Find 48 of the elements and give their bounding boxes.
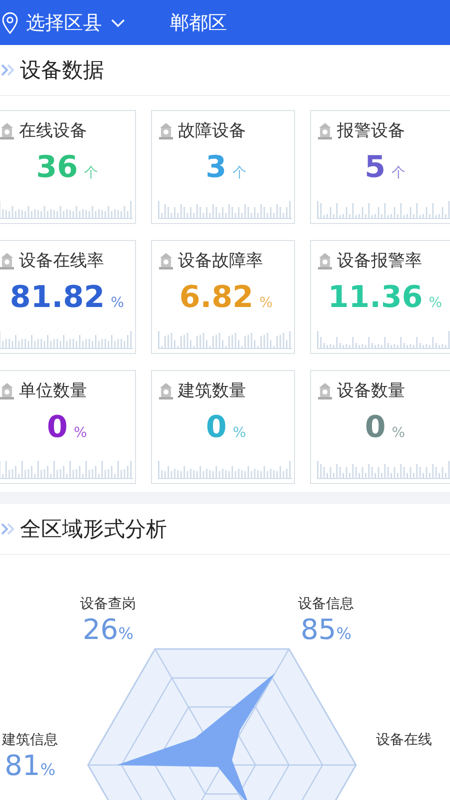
stat-value: 3 <box>206 150 226 185</box>
card-title: 设备数量 <box>337 380 405 402</box>
stat-value: 81.82 <box>10 280 105 315</box>
stat-unit: 个 <box>84 164 98 182</box>
card-title: 单位数量 <box>19 380 87 402</box>
stat-value: 0 <box>206 410 227 445</box>
building-icon <box>158 382 174 400</box>
double-chevron-icon <box>0 62 16 78</box>
stat-value: 5 <box>364 150 386 185</box>
section-title: 全区域形式分析 <box>20 516 167 543</box>
axis-value: 26% <box>82 613 134 646</box>
stat-unit: % <box>74 425 88 441</box>
building-icon <box>317 382 333 400</box>
stat-value: 6.82 <box>179 280 254 315</box>
card-title: 设备在线率 <box>19 250 104 272</box>
card-title: 设备报警率 <box>337 250 422 272</box>
stat-unit: % <box>259 295 273 311</box>
card-title: 报警设备 <box>337 120 405 142</box>
card-title: 在线设备 <box>19 120 87 142</box>
axis-label: 设备查岗 <box>80 595 136 613</box>
district-name: 郸都区 <box>170 10 227 36</box>
location-pin-icon <box>2 12 18 34</box>
card-title: 设备故障率 <box>178 250 263 272</box>
stat-value: 11.36 <box>328 280 423 315</box>
building-icon <box>158 252 174 270</box>
stat-unit: 个 <box>232 164 246 182</box>
district-dropdown[interactable]: 选择区县 <box>2 10 126 36</box>
axis-value: 85% <box>300 613 352 646</box>
section-title: 设备数据 <box>20 57 104 84</box>
building-icon <box>317 252 333 270</box>
stat-unit: % <box>232 425 246 441</box>
axis-label: 建筑信息 <box>2 731 58 749</box>
stat-value: 0 <box>364 410 386 445</box>
stat-unit: % <box>392 425 406 441</box>
axis-label: 设备信息 <box>298 595 354 613</box>
building-icon <box>317 122 333 140</box>
stat-value: 36 <box>36 150 78 185</box>
building-icon <box>158 122 174 140</box>
card-title: 建筑数量 <box>178 380 246 402</box>
stat-unit: % <box>428 295 442 311</box>
axis-value: 81% <box>4 749 56 782</box>
stat-unit: % <box>110 295 124 311</box>
stat-value: 0 <box>46 410 68 445</box>
double-chevron-icon <box>0 521 16 537</box>
card-title: 故障设备 <box>178 120 246 142</box>
chevron-down-icon <box>110 18 126 28</box>
axis-label: 设备在线 <box>376 731 432 749</box>
stat-unit: 个 <box>391 164 406 182</box>
